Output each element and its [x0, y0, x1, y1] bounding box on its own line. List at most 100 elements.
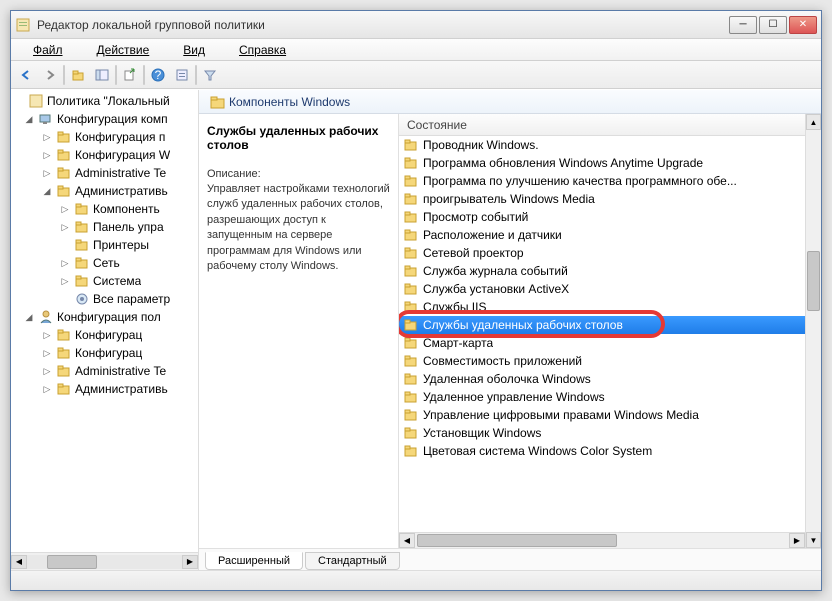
- scroll-right-icon[interactable]: ▶: [789, 533, 805, 548]
- list-item-label: Служба журнала событий: [423, 264, 568, 278]
- separator: [195, 65, 197, 85]
- up-button[interactable]: [67, 64, 89, 86]
- tree-components[interactable]: ▷Компоненть: [11, 200, 198, 218]
- tab-extended[interactable]: Расширенный: [205, 552, 303, 570]
- list-item[interactable]: Проводник Windows.: [399, 136, 805, 154]
- menu-help[interactable]: Справка: [223, 41, 302, 59]
- folder-icon: [403, 209, 419, 225]
- separator: [115, 65, 117, 85]
- tree-panel: Политика "Локальный ◢Конфигурация комп ▷…: [11, 90, 199, 570]
- folder-icon: [403, 335, 419, 351]
- list-item-label: Службы удаленных рабочих столов: [423, 318, 623, 332]
- gpedit-window: Редактор локальной групповой политики ─ …: [10, 10, 822, 591]
- tree-item[interactable]: ▷Конфигурация W: [11, 146, 198, 164]
- tree-item[interactable]: ▷Конфигурац: [11, 326, 198, 344]
- list-item[interactable]: Службы IIS: [399, 298, 805, 316]
- tree-all-settings[interactable]: Все параметр: [11, 290, 198, 308]
- tree-item[interactable]: ▷Administrative Te: [11, 164, 198, 182]
- tree-item[interactable]: ▷Административь: [11, 380, 198, 398]
- list-item[interactable]: Сетевой проектор: [399, 244, 805, 262]
- help-button[interactable]: ?: [147, 64, 169, 86]
- app-icon: [15, 17, 31, 33]
- properties-button[interactable]: [171, 64, 193, 86]
- tree-content: Политика "Локальный ◢Конфигурация комп ▷…: [11, 90, 198, 552]
- tree-item[interactable]: ▷Конфигурац: [11, 344, 198, 362]
- list-item-label: Проводник Windows.: [423, 138, 539, 152]
- tab-standard[interactable]: Стандартный: [305, 552, 400, 570]
- menu-action[interactable]: Действие: [81, 41, 166, 59]
- tree-h-scrollbar[interactable]: ◀ ▶: [11, 552, 198, 570]
- tree-item[interactable]: ▷Конфигурация п: [11, 128, 198, 146]
- titlebar: Редактор локальной групповой политики ─ …: [11, 11, 821, 39]
- list-item-label: Служба установки ActiveX: [423, 282, 569, 296]
- window-buttons: ─ ☐ ✕: [729, 16, 817, 34]
- separator: [63, 65, 65, 85]
- folder-icon: [403, 407, 419, 423]
- show-tree-button[interactable]: [91, 64, 113, 86]
- folder-icon: [403, 353, 419, 369]
- list-item[interactable]: Службы удаленных рабочих столов: [399, 316, 805, 334]
- list-item-label: Установщик Windows: [423, 426, 541, 440]
- list-item[interactable]: Совместимость приложений: [399, 352, 805, 370]
- list-v-scrollbar[interactable]: ▲ ▼: [805, 114, 821, 548]
- description-pane: Службы удаленных рабочих столов Описание…: [199, 114, 399, 548]
- filter-button[interactable]: [199, 64, 221, 86]
- folder-icon: [403, 263, 419, 279]
- list-item-label: Сетевой проектор: [423, 246, 524, 260]
- list-h-scrollbar[interactable]: ◀ ▶: [399, 532, 805, 548]
- list-item[interactable]: Служба журнала событий: [399, 262, 805, 280]
- maximize-button[interactable]: ☐: [759, 16, 787, 34]
- folder-icon: [403, 281, 419, 297]
- tree-user-config[interactable]: ◢Конфигурация пол: [11, 308, 198, 326]
- tree-system[interactable]: ▷Система: [11, 272, 198, 290]
- list-item[interactable]: Цветовая система Windows Color System: [399, 442, 805, 460]
- toolbar: ?: [11, 61, 821, 89]
- tree-root[interactable]: Политика "Локальный: [11, 92, 198, 110]
- scroll-thumb[interactable]: [417, 534, 617, 547]
- list-item-label: Просмотр событий: [423, 210, 528, 224]
- list-item[interactable]: Просмотр событий: [399, 208, 805, 226]
- list-item[interactable]: Смарт-карта: [399, 334, 805, 352]
- folder-icon: [403, 227, 419, 243]
- scroll-thumb[interactable]: [807, 251, 820, 311]
- forward-button[interactable]: [39, 64, 61, 86]
- folder-icon: [403, 299, 419, 315]
- tree-network[interactable]: ▷Сеть: [11, 254, 198, 272]
- list-item-label: проигрыватель Windows Media: [423, 192, 595, 206]
- list-item[interactable]: Управление цифровыми правами Windows Med…: [399, 406, 805, 424]
- list-item-label: Удаленное управление Windows: [423, 390, 605, 404]
- export-button[interactable]: [119, 64, 141, 86]
- list-item[interactable]: Удаленное управление Windows: [399, 388, 805, 406]
- minimize-button[interactable]: ─: [729, 16, 757, 34]
- body: Политика "Локальный ◢Конфигурация комп ▷…: [11, 89, 821, 570]
- tree-computer-config[interactable]: ◢Конфигурация комп: [11, 110, 198, 128]
- scroll-right-icon[interactable]: ▶: [182, 555, 198, 569]
- list-body: Проводник Windows. Программа обновления W…: [399, 136, 805, 532]
- list-item[interactable]: Программа по улучшению качества программ…: [399, 172, 805, 190]
- tree-admin-templates[interactable]: ◢Административь: [11, 182, 198, 200]
- menu-view[interactable]: Вид: [167, 41, 221, 59]
- scroll-left-icon[interactable]: ◀: [11, 555, 27, 569]
- content-panel: Компоненты Windows Службы удаленных рабо…: [199, 90, 821, 570]
- list-header[interactable]: Состояние: [399, 114, 805, 136]
- list-item[interactable]: Программа обновления Windows Anytime Upg…: [399, 154, 805, 172]
- back-button[interactable]: [15, 64, 37, 86]
- scroll-left-icon[interactable]: ◀: [399, 533, 415, 548]
- tree-printers[interactable]: Принтеры: [11, 236, 198, 254]
- menu-file[interactable]: Файл: [17, 41, 79, 59]
- list-item[interactable]: Установщик Windows: [399, 424, 805, 442]
- list-item-label: Смарт-карта: [423, 336, 493, 350]
- close-button[interactable]: ✕: [789, 16, 817, 34]
- list-item[interactable]: Расположение и датчики: [399, 226, 805, 244]
- tree-control-panel[interactable]: ▷Панель упра: [11, 218, 198, 236]
- scroll-thumb[interactable]: [47, 555, 97, 569]
- tree-item[interactable]: ▷Administrative Te: [11, 362, 198, 380]
- list-item[interactable]: проигрыватель Windows Media: [399, 190, 805, 208]
- separator: [143, 65, 145, 85]
- scroll-down-icon[interactable]: ▼: [806, 532, 821, 548]
- breadcrumb: Компоненты Windows: [199, 90, 821, 114]
- description-label: Описание:: [207, 168, 390, 180]
- list-item[interactable]: Удаленная оболочка Windows: [399, 370, 805, 388]
- list-item[interactable]: Служба установки ActiveX: [399, 280, 805, 298]
- scroll-up-icon[interactable]: ▲: [806, 114, 821, 130]
